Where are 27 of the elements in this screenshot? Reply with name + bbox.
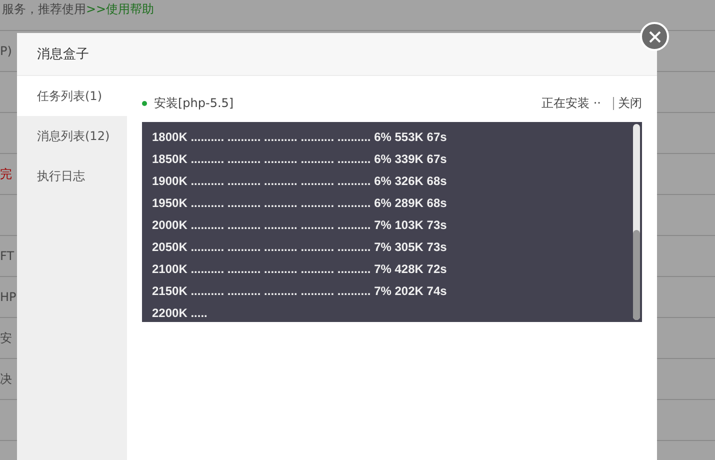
sidebar-tab[interactable]: 消息列表(12) (17, 116, 127, 156)
log-line: 1800K .......... .......... .......... .......... .......... 6% 553K 67s (152, 129, 448, 146)
log-line: 2200K ..... (152, 305, 208, 322)
close-icon (648, 30, 660, 42)
sidebar-tab[interactable]: 执行日志 (17, 156, 127, 196)
row-text: HP (0, 290, 16, 304)
row-text: 完 (0, 166, 12, 182)
task-name: 安装[php-5.5] (154, 94, 235, 112)
dialog-title: 消息盒子 (37, 46, 89, 63)
log-line: 2050K .......... .......... .......... .......... .......... 7% 305K 73s (152, 239, 448, 256)
log-line: 1900K .......... .......... .......... .......... .......... 6% 326K 68s (152, 173, 448, 190)
close-link[interactable]: 关闭 (618, 94, 642, 112)
status-dot (142, 100, 147, 106)
scrollbar-thumb[interactable] (633, 230, 640, 320)
log-line: 2100K .......... .......... .......... .......... .......... 7% 428K 72s (152, 261, 448, 278)
row-text: FT (0, 249, 14, 263)
row-text: 安 (0, 330, 12, 346)
row-text: 决 (0, 370, 12, 388)
log-line: 2000K .......... .......... .......... .......... .......... 7% 103K 73s (152, 217, 448, 234)
notice-text: 服务，推荐使用 (2, 1, 86, 17)
close-button[interactable] (640, 22, 669, 51)
task-status: 正在安装 ·· (542, 94, 601, 112)
log-line: 1950K .......... .......... .......... .......... .......... 6% 289K 68s (152, 195, 448, 212)
log-line: 1850K .......... .......... .......... .......... .......... 6% 339K 67s (152, 151, 448, 168)
log-line: 2150K .......... .......... .......... .......... .......... 7% 202K 74s (152, 283, 448, 300)
row-text: P) (0, 44, 12, 58)
sidebar-tab[interactable]: 任务列表(1) (17, 76, 127, 116)
